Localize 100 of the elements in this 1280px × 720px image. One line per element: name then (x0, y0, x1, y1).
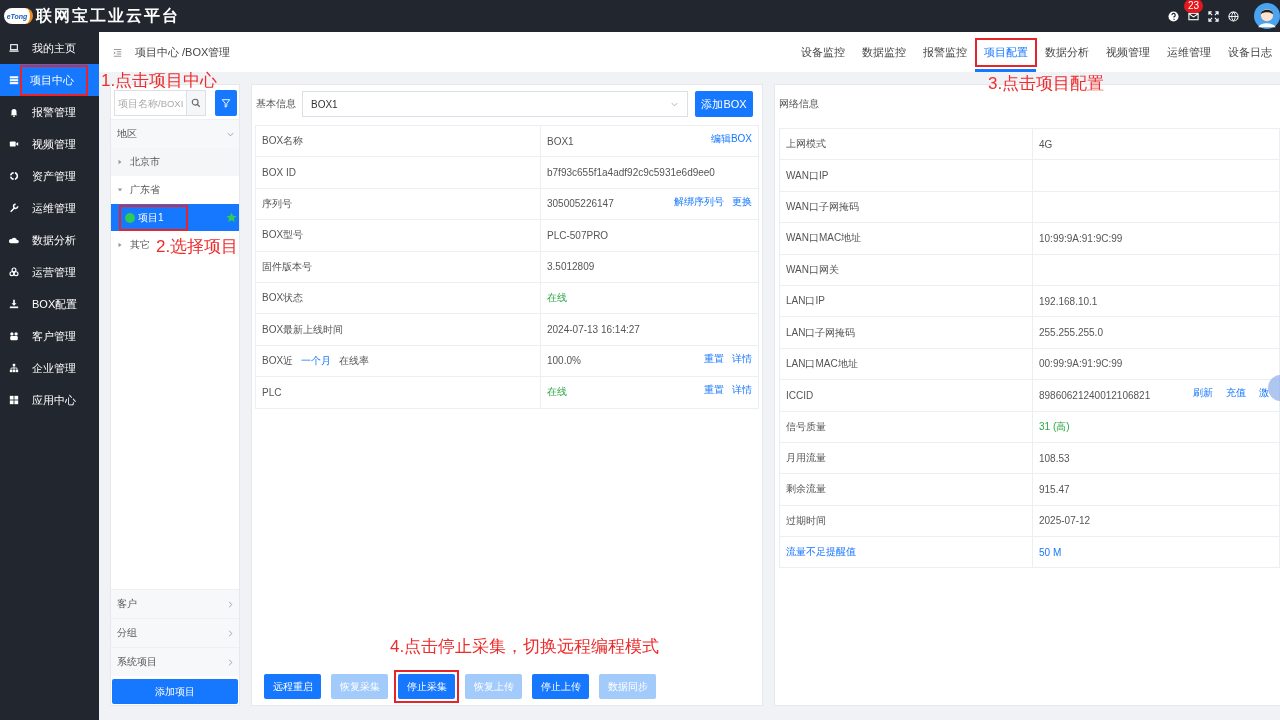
tab[interactable]: 项目配置 (975, 32, 1036, 72)
field-value: BOX1 (547, 135, 574, 147)
star-icon[interactable] (226, 212, 237, 223)
sitemap-icon (9, 363, 19, 373)
action-link[interactable]: 详情 (732, 351, 752, 366)
action-link[interactable]: 解绑序列号 (674, 194, 724, 209)
field-label: BOX型号 (262, 228, 304, 243)
nav-item[interactable]: 报警管理 (0, 96, 99, 128)
action-button[interactable]: 停止上传 (532, 674, 589, 699)
breadcrumb: 项目中心 /BOX管理 (135, 44, 231, 60)
box-select[interactable]: BOX1 (302, 91, 688, 117)
add-project-button[interactable]: 添加项目 (112, 679, 238, 704)
field-label: BOX ID (262, 167, 296, 179)
field-value: 4G (1039, 138, 1053, 150)
field-label: LAN口IP (786, 295, 825, 307)
action-link[interactable]: 重置 (704, 351, 724, 366)
mail-icon[interactable] (1188, 10, 1199, 22)
field-label: 月用流量 (786, 452, 826, 464)
action-button[interactable]: 远程重启 (264, 674, 321, 699)
nav-item[interactable]: 企业管理 (0, 352, 99, 384)
download-icon (9, 299, 19, 309)
search-field[interactable]: 项目名称/BOXI (114, 90, 186, 116)
tab[interactable]: 设备监控 (792, 32, 853, 72)
add-box-button[interactable]: 添加BOX (695, 91, 753, 117)
chevron-right-icon (226, 628, 235, 638)
action-button[interactable]: 停止采集 (398, 674, 455, 699)
nav-item[interactable]: BOX配置 (0, 288, 99, 320)
menu-icon[interactable] (113, 47, 122, 57)
group-header[interactable]: 分组 (111, 618, 239, 647)
people-icon (9, 331, 19, 341)
cloud-icon (9, 235, 19, 245)
nav-item[interactable]: 我的主页 (0, 32, 99, 64)
nav-item[interactable]: 客户管理 (0, 320, 99, 352)
group-header[interactable]: 地区 (111, 119, 239, 148)
action-link[interactable]: 更换 (732, 194, 752, 209)
field-label: PLC (262, 386, 282, 398)
action-link[interactable]: 刷新 (1193, 386, 1213, 401)
nav-item[interactable]: 项目中心 (0, 64, 99, 96)
action-link[interactable]: 重置 (704, 383, 724, 398)
tab[interactable]: 设备日志 (1219, 32, 1280, 72)
circles-icon (9, 267, 19, 277)
globe-icon[interactable] (1228, 10, 1239, 22)
tree-item[interactable]: 项目1 (111, 204, 239, 231)
field-label: 流量不足提醒值 (786, 546, 856, 558)
field-value: 50 M (1039, 546, 1062, 558)
bell-icon (9, 107, 19, 117)
tiles-icon (9, 395, 19, 405)
action-link[interactable]: 编辑BOX (710, 132, 752, 147)
app-title: 联网宝工业云平台 (36, 5, 180, 27)
nav-item[interactable]: 应用中心 (0, 384, 99, 416)
field-value: 100.0% (547, 355, 581, 367)
field-label: WAN口子网掩码 (786, 200, 859, 212)
field-value: 108.53 (1039, 452, 1070, 464)
action-link[interactable]: 详情 (732, 383, 752, 398)
tab[interactable]: 数据监控 (853, 32, 914, 72)
video-camera-icon (9, 139, 19, 149)
tab[interactable]: 报警监控 (914, 32, 975, 72)
field-label: 剩余流量 (786, 483, 826, 495)
field-value: 2024-07-13 16:14:27 (547, 324, 640, 336)
laptop-icon (9, 43, 19, 53)
field-value: 3.5012809 (547, 261, 595, 273)
field-value: 255.255.255.0 (1039, 327, 1103, 339)
nav-item[interactable]: 运营管理 (0, 256, 99, 288)
filter-icon (221, 98, 231, 108)
tree-node[interactable]: 北京市 (111, 148, 239, 176)
nav-item[interactable]: 资产管理 (0, 160, 99, 192)
action-link[interactable]: 充值 (1226, 386, 1246, 401)
tab[interactable]: 视频管理 (1097, 32, 1158, 72)
nav-item[interactable]: 视频管理 (0, 128, 99, 160)
field-value: 10:99:9A:91:9C:99 (1039, 232, 1123, 244)
avatar-icon[interactable] (1254, 3, 1280, 29)
field-value: 915.47 (1039, 484, 1070, 495)
search-button[interactable] (186, 90, 206, 116)
field-label: ICCID (786, 389, 814, 401)
field-value: 89860621240012106821 (1039, 389, 1151, 401)
field-value: 31 (高) (1039, 419, 1070, 434)
nav-item[interactable]: 数据分析 (0, 224, 99, 256)
group-header[interactable]: 客户 (111, 589, 239, 618)
field-value: 00:99:9A:91:9C:99 (1039, 358, 1123, 370)
period-link[interactable]: 一个月 (301, 353, 332, 368)
field-value: PLC-507PRO (547, 229, 609, 241)
field-label: BOX近 (262, 353, 294, 368)
group-header[interactable]: 系统项目 (111, 647, 239, 676)
field-label: WAN口网关 (786, 263, 839, 275)
field-label: 信号质量 (786, 420, 826, 432)
nav-item[interactable]: 运维管理 (0, 192, 99, 224)
fullscreen-icon[interactable] (1208, 10, 1219, 22)
tree-node[interactable]: 广东省 (111, 176, 164, 204)
action-link[interactable]: 激 (1259, 386, 1269, 401)
chevron-right-icon (226, 657, 235, 667)
filter-button[interactable] (215, 90, 237, 116)
tab[interactable]: 运维管理 (1158, 32, 1219, 72)
field-value: 192.168.10.1 (1039, 295, 1098, 307)
help-icon[interactable] (1168, 10, 1179, 22)
caret-down-icon (117, 187, 123, 193)
tree-node[interactable]: 其它 (111, 231, 154, 259)
field-value: 在线 (547, 385, 567, 400)
tab[interactable]: 数据分析 (1036, 32, 1097, 72)
field-label: LAN口MAC地址 (786, 357, 858, 369)
field-label: 在线率 (339, 353, 370, 368)
